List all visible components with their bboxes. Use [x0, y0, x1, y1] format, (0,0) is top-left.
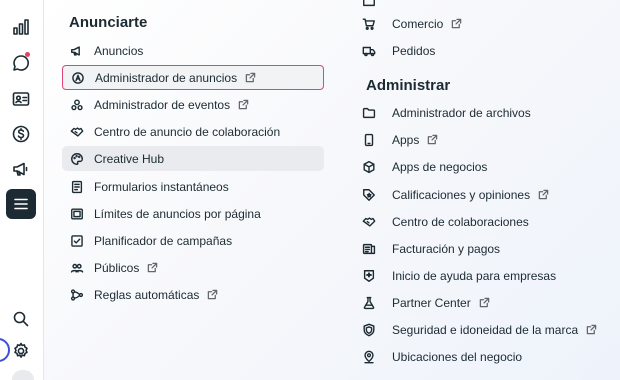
- tool-item-apps[interactable]: Apps: [360, 127, 620, 152]
- tool-item-anuncios[interactable]: Anuncios: [62, 38, 324, 63]
- external-link-icon: [586, 324, 597, 335]
- cube-icon: [360, 160, 384, 174]
- notification-dot: [25, 52, 30, 57]
- tool-item-ubicaciones-del-negocio[interactable]: Ubicaciones del negocio: [360, 344, 620, 369]
- help-shield-icon: [360, 269, 384, 283]
- tool-item-creative-hub[interactable]: Creative Hub: [62, 146, 324, 171]
- page-limit-icon: [62, 207, 86, 221]
- store-icon: [360, 0, 384, 8]
- gear-icon[interactable]: [6, 336, 36, 366]
- phone-icon: [360, 133, 384, 147]
- tool-item-limites-de-anuncios[interactable]: Límites de anuncios por página: [62, 201, 324, 226]
- tool-item-comercio[interactable]: Comercio: [360, 11, 620, 36]
- billing-icon: [360, 242, 384, 256]
- form-icon: [62, 180, 86, 194]
- external-link-icon: [238, 99, 249, 110]
- external-link-icon: [207, 289, 218, 300]
- external-link-icon: [245, 72, 256, 83]
- section-title-anunciarte: Anunciarte: [69, 14, 148, 31]
- audience-icon: [62, 261, 86, 275]
- rating-tag-icon: [360, 188, 384, 202]
- tool-item-planificador-de-campanas[interactable]: Planificador de campañas: [62, 228, 324, 253]
- checkbox-icon: [62, 234, 86, 248]
- tool-item-centro-de-colaboraciones[interactable]: Centro de colaboraciones: [360, 209, 620, 234]
- events-icon: [62, 98, 86, 112]
- tool-item-seguridad-e-idoneidad[interactable]: Seguridad e idoneidad de la marca: [360, 317, 620, 342]
- contact-card-icon[interactable]: [6, 84, 36, 114]
- handshake-icon: [62, 125, 86, 139]
- tool-item-partner-center[interactable]: Partner Center: [360, 290, 620, 315]
- tool-item-administrador-de-eventos[interactable]: Administrador de eventos: [62, 92, 324, 117]
- tool-item-centro-de-anuncio-de-colaboracion[interactable]: Centro de anuncio de colaboración: [62, 119, 324, 144]
- flask-icon: [360, 296, 384, 310]
- tool-item-calificaciones-y-opiniones[interactable]: Calificaciones y opiniones: [360, 182, 620, 207]
- external-link-icon: [427, 134, 438, 145]
- external-link-icon: [479, 297, 490, 308]
- external-link-icon: [147, 262, 158, 273]
- delivery-truck-icon: [360, 44, 384, 58]
- shield-icon: [360, 323, 384, 337]
- external-link-icon: [451, 18, 462, 29]
- all-tools-panel: Anunciarte Anuncios Administrador de anu…: [44, 0, 620, 380]
- left-rail: [0, 0, 44, 380]
- handshake-icon: [360, 215, 384, 229]
- ads-manager-icon: [63, 71, 87, 85]
- avatar[interactable]: [12, 370, 34, 380]
- chat-bubble-icon[interactable]: [6, 48, 36, 78]
- dollar-icon[interactable]: [6, 119, 36, 149]
- automation-icon: [62, 288, 86, 302]
- tool-item-publicos[interactable]: Públicos: [62, 255, 324, 280]
- tool-item-administrador-de-anuncios[interactable]: Administrador de anuncios: [62, 65, 324, 90]
- folder-icon: [360, 106, 384, 120]
- bar-chart-icon[interactable]: [6, 12, 36, 42]
- menu-icon[interactable]: [6, 189, 36, 219]
- section-title-administrar: Administrar: [366, 77, 451, 94]
- tool-item-facturacion-y-pagos[interactable]: Facturación y pagos: [360, 236, 620, 261]
- location-pin-icon: [360, 350, 384, 364]
- megaphone-icon[interactable]: [6, 154, 36, 184]
- tool-item-administrador-de-archivos[interactable]: Administrador de archivos: [360, 100, 620, 125]
- palette-icon: [62, 152, 86, 166]
- external-link-icon: [538, 189, 549, 200]
- tool-item-formularios-instantaneos[interactable]: Formularios instantáneos: [62, 174, 324, 199]
- shopping-cart-icon: [360, 17, 384, 31]
- tool-item-apps-de-negocios[interactable]: Apps de negocios: [360, 154, 620, 179]
- tool-item-reglas-automaticas[interactable]: Reglas automáticas: [62, 282, 324, 307]
- tool-item-pedidos[interactable]: Pedidos: [360, 38, 620, 63]
- tool-item-inicio-de-ayuda[interactable]: Inicio de ayuda para empresas: [360, 263, 620, 288]
- megaphone-icon: [62, 44, 86, 58]
- search-icon[interactable]: [6, 304, 36, 334]
